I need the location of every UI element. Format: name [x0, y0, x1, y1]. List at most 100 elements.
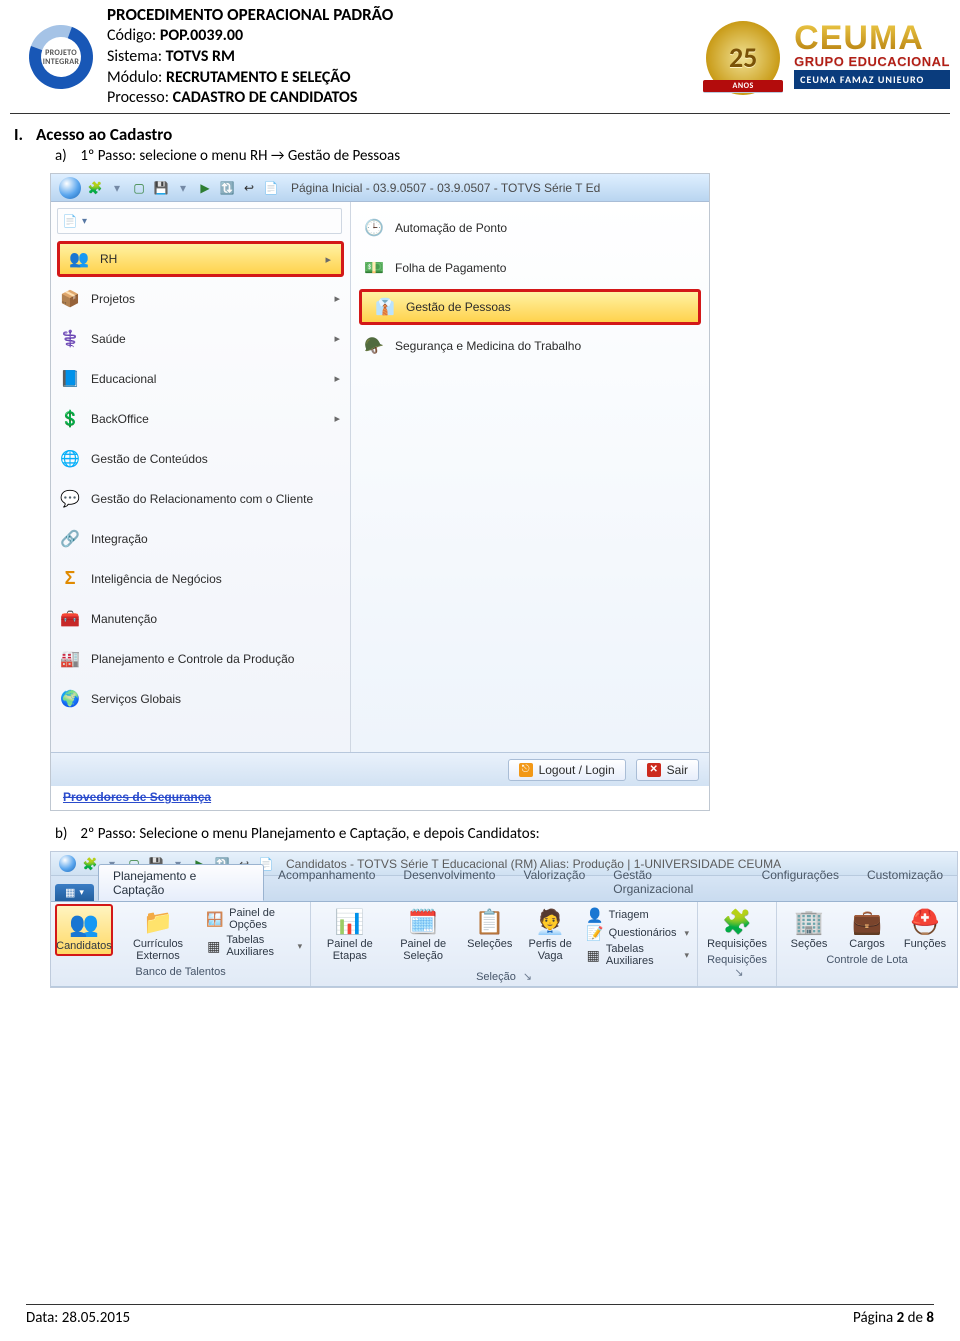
- painel-opcoes-label: Painel de Opções: [229, 907, 302, 931]
- btn-tabelas-aux-2[interactable]: ▦ Tabelas Auxiliares ▾: [583, 942, 693, 968]
- sair-button[interactable]: ✕ Sair: [636, 759, 699, 781]
- tabelas-aux2-icon: ▦: [587, 947, 600, 963]
- painel-selecao-icon: 🗓️: [407, 906, 439, 938]
- submenu-label: Gestão de Pessoas: [406, 300, 511, 314]
- tab[interactable]: Valorização: [509, 864, 599, 901]
- btn-selecoes[interactable]: 📋 Seleções: [462, 904, 518, 952]
- footer-divider: [26, 1304, 934, 1305]
- group-caption-banco: Banco de Talentos: [55, 964, 306, 981]
- tab[interactable]: Desenvolvimento: [389, 864, 509, 901]
- orb-icon[interactable]: [59, 177, 81, 199]
- menu-icon: [59, 368, 81, 390]
- qat-icon-undo[interactable]: ↩: [241, 180, 257, 196]
- menu-label: Educacional: [91, 372, 324, 386]
- btn-perfis-vaga[interactable]: 🧑‍💼 Perfis de Vaga: [520, 904, 581, 964]
- left-menu-item[interactable]: Planejamento e Controle da Produção: [51, 638, 350, 678]
- left-menu-item[interactable]: Gestão de Conteúdos: [51, 438, 350, 478]
- step-b: b) 2º Passo: Selecione o menu Planejamen…: [55, 825, 960, 843]
- left-menu-item[interactable]: Saúde▸: [51, 318, 350, 358]
- tab[interactable]: Acompanhamento: [264, 864, 389, 901]
- group-controle-lota: 🏢 Seções 💼 Cargos ⛑️ Funções Controle de…: [777, 902, 957, 986]
- dialog-launcher-icon[interactable]: ↘: [523, 971, 532, 983]
- sair-label: Sair: [667, 763, 688, 777]
- menu-label: Projetos: [91, 292, 324, 306]
- qat-icon-refresh[interactable]: 🔃: [219, 180, 235, 196]
- step-list-2: b) 2º Passo: Selecione o menu Planejamen…: [55, 825, 960, 843]
- ceuma-logo: CEUMA GRUPO EDUCACIONAL CEUMA FAMAZ UNIE…: [794, 24, 950, 89]
- group-banco-talentos: 👥 Candidatos 📁 Currículos Externos 🪟 Pai…: [51, 902, 311, 986]
- menu-label: Gestão do Relacionamento com o Cliente: [91, 492, 340, 506]
- funcoes-label: Funções: [904, 938, 946, 950]
- right-menu-item[interactable]: Gestão de Pessoas: [359, 289, 701, 325]
- selecoes-icon: 📋: [474, 906, 506, 938]
- menu-icon: [59, 568, 81, 590]
- btn-triagem[interactable]: 👤 Triagem: [583, 906, 693, 924]
- tab[interactable]: Customização: [853, 864, 957, 901]
- tabelas-aux2-label: Tabelas Auxiliares: [606, 943, 677, 967]
- badge-ribbon: ANOS: [703, 80, 783, 93]
- right-menu-item[interactable]: Segurança e Medicina do Trabalho: [351, 326, 709, 366]
- qat-icon-copy[interactable]: 📄: [263, 180, 279, 196]
- btn-painel-selecao[interactable]: 🗓️ Painel de Seleção: [386, 904, 459, 964]
- left-menu-item[interactable]: Inteligência de Negócios: [51, 558, 350, 598]
- logout-button[interactable]: ⎋ Logout / Login: [508, 759, 626, 781]
- chevron-down-icon: ▾: [82, 216, 87, 227]
- qat-separator-2: ▾: [175, 180, 191, 196]
- provedores-link[interactable]: Provedores de Segurança: [63, 790, 211, 804]
- btn-requisicoes[interactable]: 🧩 Requisições: [702, 904, 772, 952]
- qat-icon-new[interactable]: ▢: [131, 180, 147, 196]
- btn-secoes[interactable]: 🏢 Seções: [781, 904, 837, 952]
- orb-icon-2[interactable]: [59, 855, 76, 872]
- candidatos-icon: 👥: [68, 908, 100, 940]
- btn-painel-opcoes[interactable]: 🪟 Painel de Opções: [203, 906, 306, 932]
- meta-modulo: Módulo: RECRUTAMENTO E SELEÇÃO: [107, 68, 690, 89]
- menu-label: Inteligência de Negócios: [91, 572, 340, 586]
- left-menu-item[interactable]: Gestão do Relacionamento com o Cliente: [51, 478, 350, 518]
- left-menu-item[interactable]: Educacional ▸: [51, 358, 350, 398]
- tab[interactable]: Gestão Organizacional: [599, 864, 747, 901]
- group-selecao: 📊 Painel de Etapas 🗓️ Painel de Seleção …: [311, 902, 698, 986]
- right-menu-item[interactable]: Folha de Pagamento: [351, 248, 709, 288]
- btn-cargos[interactable]: 💼 Cargos: [839, 904, 895, 952]
- menu-icon: [59, 608, 81, 630]
- triagem-label: Triagem: [609, 909, 649, 921]
- left-menu-item[interactable]: Integração: [51, 518, 350, 558]
- curriculos-icon: 📁: [142, 906, 174, 938]
- step-a-label: a): [55, 147, 77, 165]
- left-menu-item[interactable]: BackOffice▸: [51, 398, 350, 438]
- shot1-body: 📄 ▾ RH▸Projetos▸Saúde▸Educacional▸BackOf…: [51, 202, 709, 752]
- left-head[interactable]: 📄 ▾: [57, 208, 342, 234]
- btn-curriculos[interactable]: 📁 Currículos Externos: [115, 904, 201, 964]
- tab[interactable]: Planejamento e Captação: [98, 864, 264, 901]
- right-menu-item[interactable]: Automação de Ponto: [351, 208, 709, 248]
- section-number: I.: [14, 124, 36, 145]
- chevron-right-icon: ▸: [325, 253, 331, 266]
- secoes-label: Seções: [791, 938, 828, 950]
- menu-label: BackOffice: [91, 412, 324, 426]
- btn-candidatos[interactable]: 👥 Candidatos: [55, 904, 113, 956]
- btn-painel-etapas[interactable]: 📊 Painel de Etapas: [315, 904, 384, 964]
- questionarios-icon: 📝: [587, 925, 603, 941]
- submenu-label: Folha de Pagamento: [395, 261, 506, 275]
- left-menu-item[interactable]: Projetos▸: [51, 278, 350, 318]
- group-requisicoes: 🧩 Requisições Requisições ↘: [698, 902, 777, 986]
- btn-funcoes[interactable]: ⛑️ Funções: [897, 904, 953, 952]
- context-pill[interactable]: ▦ ▾: [55, 884, 94, 901]
- qat-icon-1[interactable]: 🧩: [87, 180, 103, 196]
- screenshot-ribbon: 🧩 ▾ ▢ 💾 ▾ ▶ 🔃 ↩ 📄 Candidatos - TOTVS Sér…: [50, 851, 958, 988]
- btn-questionarios[interactable]: 📝 Questionários ▾: [583, 924, 693, 942]
- questionarios-label: Questionários: [609, 927, 677, 939]
- left-menu-item[interactable]: Manutenção: [51, 598, 350, 638]
- doc-icon: 📄: [62, 213, 78, 229]
- chevron-right-icon: ▸: [334, 372, 340, 385]
- qat-icon-play[interactable]: ▶: [197, 180, 213, 196]
- qat2-icon-1[interactable]: 🧩: [82, 856, 98, 872]
- curriculos-label: Currículos Externos: [120, 938, 196, 962]
- tab[interactable]: Configurações: [748, 864, 853, 901]
- step-a: a) 1º Passo: selecione o menu RH → Gestã…: [55, 147, 960, 165]
- btn-tabelas-aux-1[interactable]: ▦ Tabelas Auxiliares ▾: [203, 933, 306, 959]
- left-menu-item[interactable]: Serviços Globais: [51, 678, 350, 718]
- left-menu-item[interactable]: RH▸: [57, 241, 344, 277]
- dialog-launcher-icon[interactable]: ↘: [734, 967, 743, 979]
- qat-icon-save[interactable]: 💾: [153, 180, 169, 196]
